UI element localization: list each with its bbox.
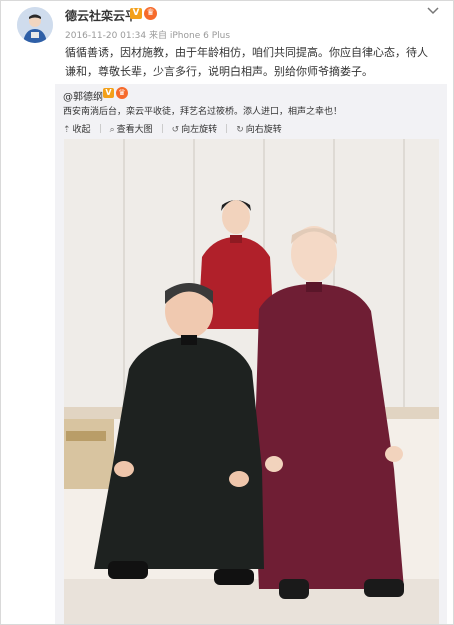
image-toolbar: ⇡ 收起 ⌕ 查看大图 ↺ 向左旋转 ↻ 向右旋转 xyxy=(63,122,291,135)
avatar[interactable] xyxy=(17,7,53,43)
source-prefix: 来自 xyxy=(148,31,167,41)
magnify-icon: ⌕ xyxy=(109,125,115,135)
repost-verified-badge-icon: V xyxy=(103,88,114,98)
view-large-label: 查看大图 xyxy=(116,125,153,135)
username[interactable]: 德云社栾云平 xyxy=(65,7,137,24)
divider xyxy=(161,124,163,133)
repost-crown-icon: ♛ xyxy=(116,87,128,99)
rotate-left-label: 向左旋转 xyxy=(181,125,218,135)
weibo-post-card: 德云社栾云平 V ♛ 2016-11-20 01:34 来自 iPhone 6 … xyxy=(0,0,454,625)
collapse-icon: ⇡ xyxy=(63,125,71,135)
reposted-content: @郭德纲 V ♛ 西安南淌后台，栾云平收徒，拜艺名过筱桥。添人进口，相声之幸也！… xyxy=(55,84,447,624)
rotate-left-icon: ↺ xyxy=(171,125,180,135)
divider xyxy=(99,124,101,133)
post-photo[interactable] xyxy=(64,139,439,624)
view-large-button[interactable]: ⌕ 查看大图 xyxy=(110,122,153,135)
repost-author-link[interactable]: @郭德纲 xyxy=(63,88,103,103)
post-source[interactable]: iPhone 6 Plus xyxy=(170,31,230,41)
post-meta: 2016-11-20 01:34 来自 iPhone 6 Plus xyxy=(65,28,230,41)
rotate-right-button[interactable]: ↻ 向右旋转 xyxy=(236,122,282,135)
rotate-right-icon: ↻ xyxy=(236,125,244,135)
repost-text: 西安南淌后台，栾云平收徒，拜艺名过筱桥。添人进口，相声之幸也！ xyxy=(63,107,343,117)
rotate-left-button[interactable]: ↺ 向左旋转 xyxy=(172,122,218,135)
rotate-right-label: 向右旋转 xyxy=(245,125,282,135)
member-crown-icon: ♛ xyxy=(144,7,157,20)
post-text: 循循善诱，因材施教，由于年龄相仿，咱们共同提高。你应自律心态，待人谦和，尊敬长辈… xyxy=(65,46,428,78)
collapse-label: 收起 xyxy=(72,125,91,135)
photo-illustration xyxy=(64,139,439,624)
chevron-down-icon[interactable] xyxy=(427,5,439,19)
post-timestamp[interactable]: 2016-11-20 01:34 xyxy=(65,31,146,41)
collapse-button[interactable]: ⇡ 收起 xyxy=(63,122,91,135)
divider xyxy=(226,124,228,133)
verified-badge-icon: V xyxy=(130,8,142,19)
